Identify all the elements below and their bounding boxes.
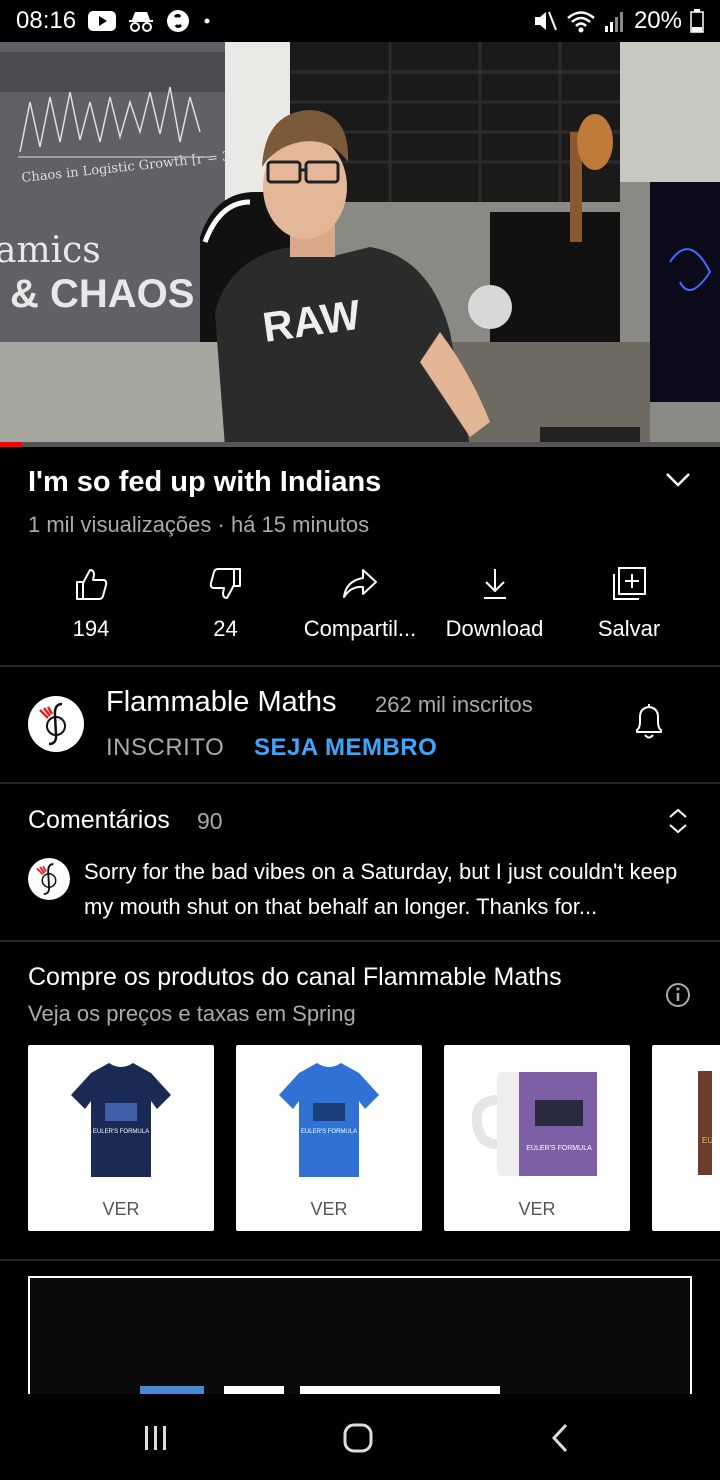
channel-name[interactable]: Flammable Maths	[106, 686, 336, 719]
shazam-icon	[166, 9, 190, 33]
navy-tshirt-image: EULER'S FORMULA	[28, 1045, 214, 1195]
dislike-count: 24	[213, 616, 238, 641]
recent-apps-icon[interactable]	[126, 1416, 186, 1460]
progress-fill	[0, 442, 22, 447]
wifi-icon	[566, 9, 596, 33]
channel-row[interactable]: Flammable Maths 262 mil inscritos INSCRI…	[0, 668, 720, 782]
like-button[interactable]: 194	[24, 560, 158, 650]
merch-shelf: Compre os produtos do canal Flammable Ma…	[0, 943, 720, 1259]
brown-item-image: EUL	[652, 1045, 720, 1195]
top-comment-text[interactable]: Sorry for the bad vibes on a Saturday, b…	[84, 854, 694, 924]
subscriber-count: 262 mil inscritos	[375, 692, 533, 717]
merch-title: Compre os produtos do canal Flammable Ma…	[28, 963, 562, 991]
chevron-down-icon[interactable]	[664, 470, 692, 495]
divider	[0, 1259, 720, 1261]
view-button[interactable]: VER	[236, 1195, 422, 1231]
purple-mug-image: EULER'S FORMULA	[444, 1045, 630, 1195]
next-video-thumbnail[interactable]	[28, 1276, 692, 1394]
comments-title: Comentários	[28, 806, 170, 834]
thumbs-down-icon	[208, 560, 244, 608]
battery-percent: 20%	[633, 7, 682, 34]
signal-icon	[604, 10, 626, 32]
dislike-button[interactable]: 24	[159, 560, 293, 650]
expand-icon[interactable]	[664, 806, 692, 841]
clock: 08:16	[16, 7, 77, 34]
merch-card[interactable]: EULER'S FORMULA VER	[236, 1045, 422, 1231]
merch-card[interactable]: EUL	[652, 1045, 720, 1231]
bell-icon[interactable]	[632, 702, 666, 747]
progress-bar[interactable]	[0, 442, 720, 447]
merch-cards: EULER'S FORMULA VER EULER'S FORMULA VER …	[28, 1045, 720, 1231]
channel-avatar[interactable]	[28, 696, 84, 752]
mute-icon	[532, 9, 558, 33]
save-button[interactable]: Salvar	[562, 560, 696, 650]
comment-avatar	[28, 858, 70, 900]
like-count: 194	[72, 616, 110, 641]
back-icon[interactable]	[530, 1416, 590, 1460]
join-button[interactable]: SEJA MEMBRO	[254, 734, 437, 762]
merch-card[interactable]: EULER'S FORMULA VER	[444, 1045, 630, 1231]
board-text-2: amics	[0, 230, 101, 271]
merch-subtitle: Veja os preços e taxas em Spring	[28, 1001, 356, 1026]
action-bar: 194 24 Compartil... Download Salvar	[24, 560, 696, 650]
print-text: EULER'S FORMULA	[301, 1129, 357, 1135]
print-text: EUL	[702, 1136, 712, 1145]
divider	[0, 940, 720, 942]
share-button[interactable]: Compartil...	[293, 560, 427, 650]
divider	[0, 665, 720, 667]
merch-card[interactable]: EULER'S FORMULA VER	[28, 1045, 214, 1231]
video-title[interactable]: I'm so fed up with Indians	[28, 462, 381, 502]
board-text-3: & CHAOS	[10, 272, 194, 316]
home-icon[interactable]	[328, 1416, 388, 1460]
view-button[interactable]: VER	[28, 1195, 214, 1231]
share-label: Compartil...	[303, 616, 417, 641]
subscribed-button[interactable]: INSCRITO	[106, 734, 224, 762]
download-label: Download	[445, 616, 544, 641]
download-button[interactable]: Download	[428, 560, 562, 650]
save-playlist-icon	[611, 560, 647, 608]
info-icon[interactable]	[664, 981, 692, 1014]
share-icon	[341, 560, 379, 608]
incognito-icon	[128, 10, 154, 32]
title-row[interactable]: I'm so fed up with Indians	[28, 462, 692, 502]
video-player[interactable]: Chaos in Logistic Growth [r = 3.9] amics…	[0, 42, 720, 447]
video-meta: 1 mil visualizações · há 15 minutos	[28, 512, 370, 537]
battery-icon	[690, 9, 704, 33]
save-label: Salvar	[597, 616, 661, 641]
comments-count: 90	[197, 808, 223, 834]
download-icon	[480, 560, 510, 608]
status-bar: 08:16 20%	[0, 0, 720, 42]
thumbs-up-icon	[73, 560, 109, 608]
print-text: EULER'S FORMULA	[526, 1145, 592, 1152]
view-button[interactable]: VER	[444, 1195, 630, 1231]
video-frame: Chaos in Logistic Growth [r = 3.9] amics…	[0, 42, 720, 447]
print-text: EULER'S FORMULA	[93, 1129, 149, 1135]
comments-section[interactable]: Comentários 90 Sorry for the bad vibes o…	[0, 784, 720, 941]
system-nav-bar	[0, 1394, 720, 1480]
youtube-icon	[88, 11, 117, 31]
blue-tshirt-image: EULER'S FORMULA	[236, 1045, 422, 1195]
dot-icon	[202, 16, 212, 26]
